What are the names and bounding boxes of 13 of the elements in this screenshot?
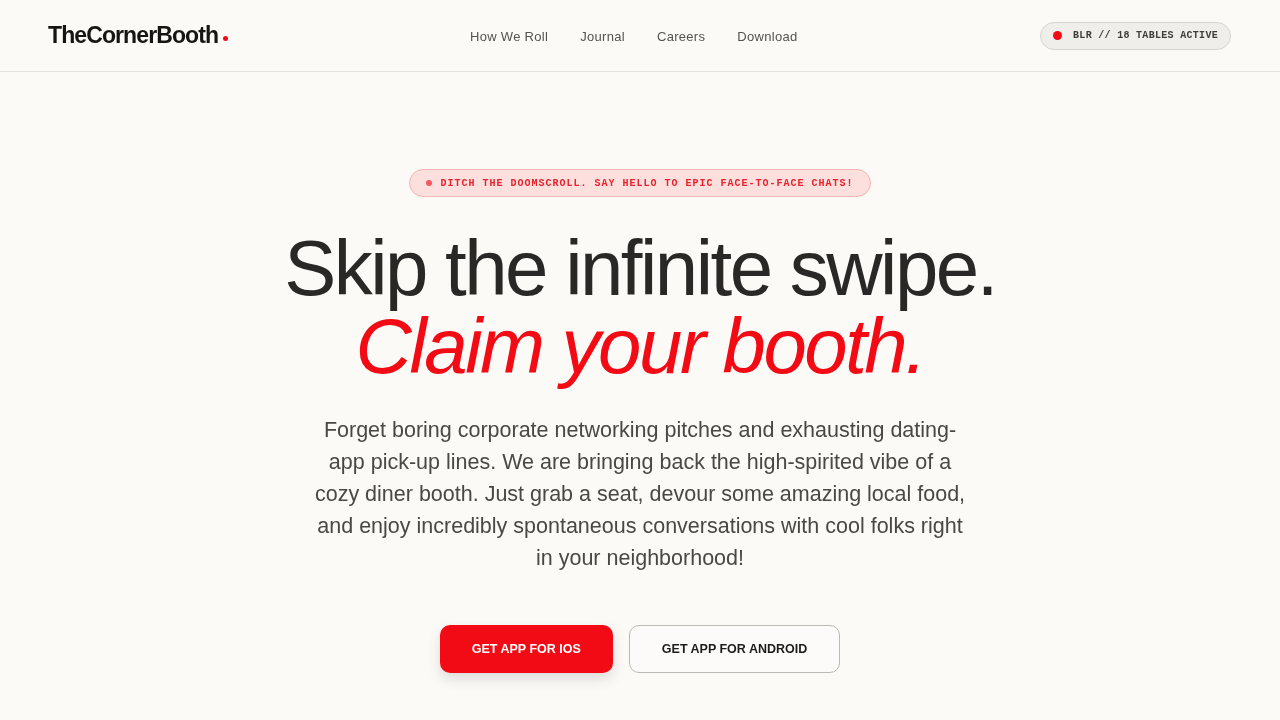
- live-dot-icon: [1053, 31, 1063, 40]
- android-download-button[interactable]: GET APP FOR ANDROID: [628, 625, 841, 673]
- tagline-text: DITCH THE DOOMSCROLL. SAY HELLO TO EPIC FACE-TO-FACE CHATS!: [440, 177, 854, 189]
- nav-link[interactable]: How We Roll: [470, 28, 549, 44]
- nav-link[interactable]: Download: [737, 28, 798, 44]
- logo-wordmark[interactable]: TheCornerBooth: [48, 22, 219, 49]
- dot-icon: [223, 36, 229, 41]
- dot-icon: [426, 180, 433, 186]
- status-text: BLR // 18 TABLES ACTIVE: [1073, 30, 1218, 41]
- ios-download-button[interactable]: GET APP FOR IOS: [439, 625, 613, 673]
- nav-link[interactable]: Careers: [656, 28, 706, 44]
- nav-link[interactable]: Journal: [580, 28, 625, 44]
- description-text: Forget boring corporate networking pitches and exhausting dating-app pick-up lines. We are bringing back the high-spirited vibe of a cozy diner booth. Just grab a seat, devour some amazing local food, and enjoy incredibly spontaneous conversations with cool folks right in your neighborhood!: [313, 417, 967, 572]
